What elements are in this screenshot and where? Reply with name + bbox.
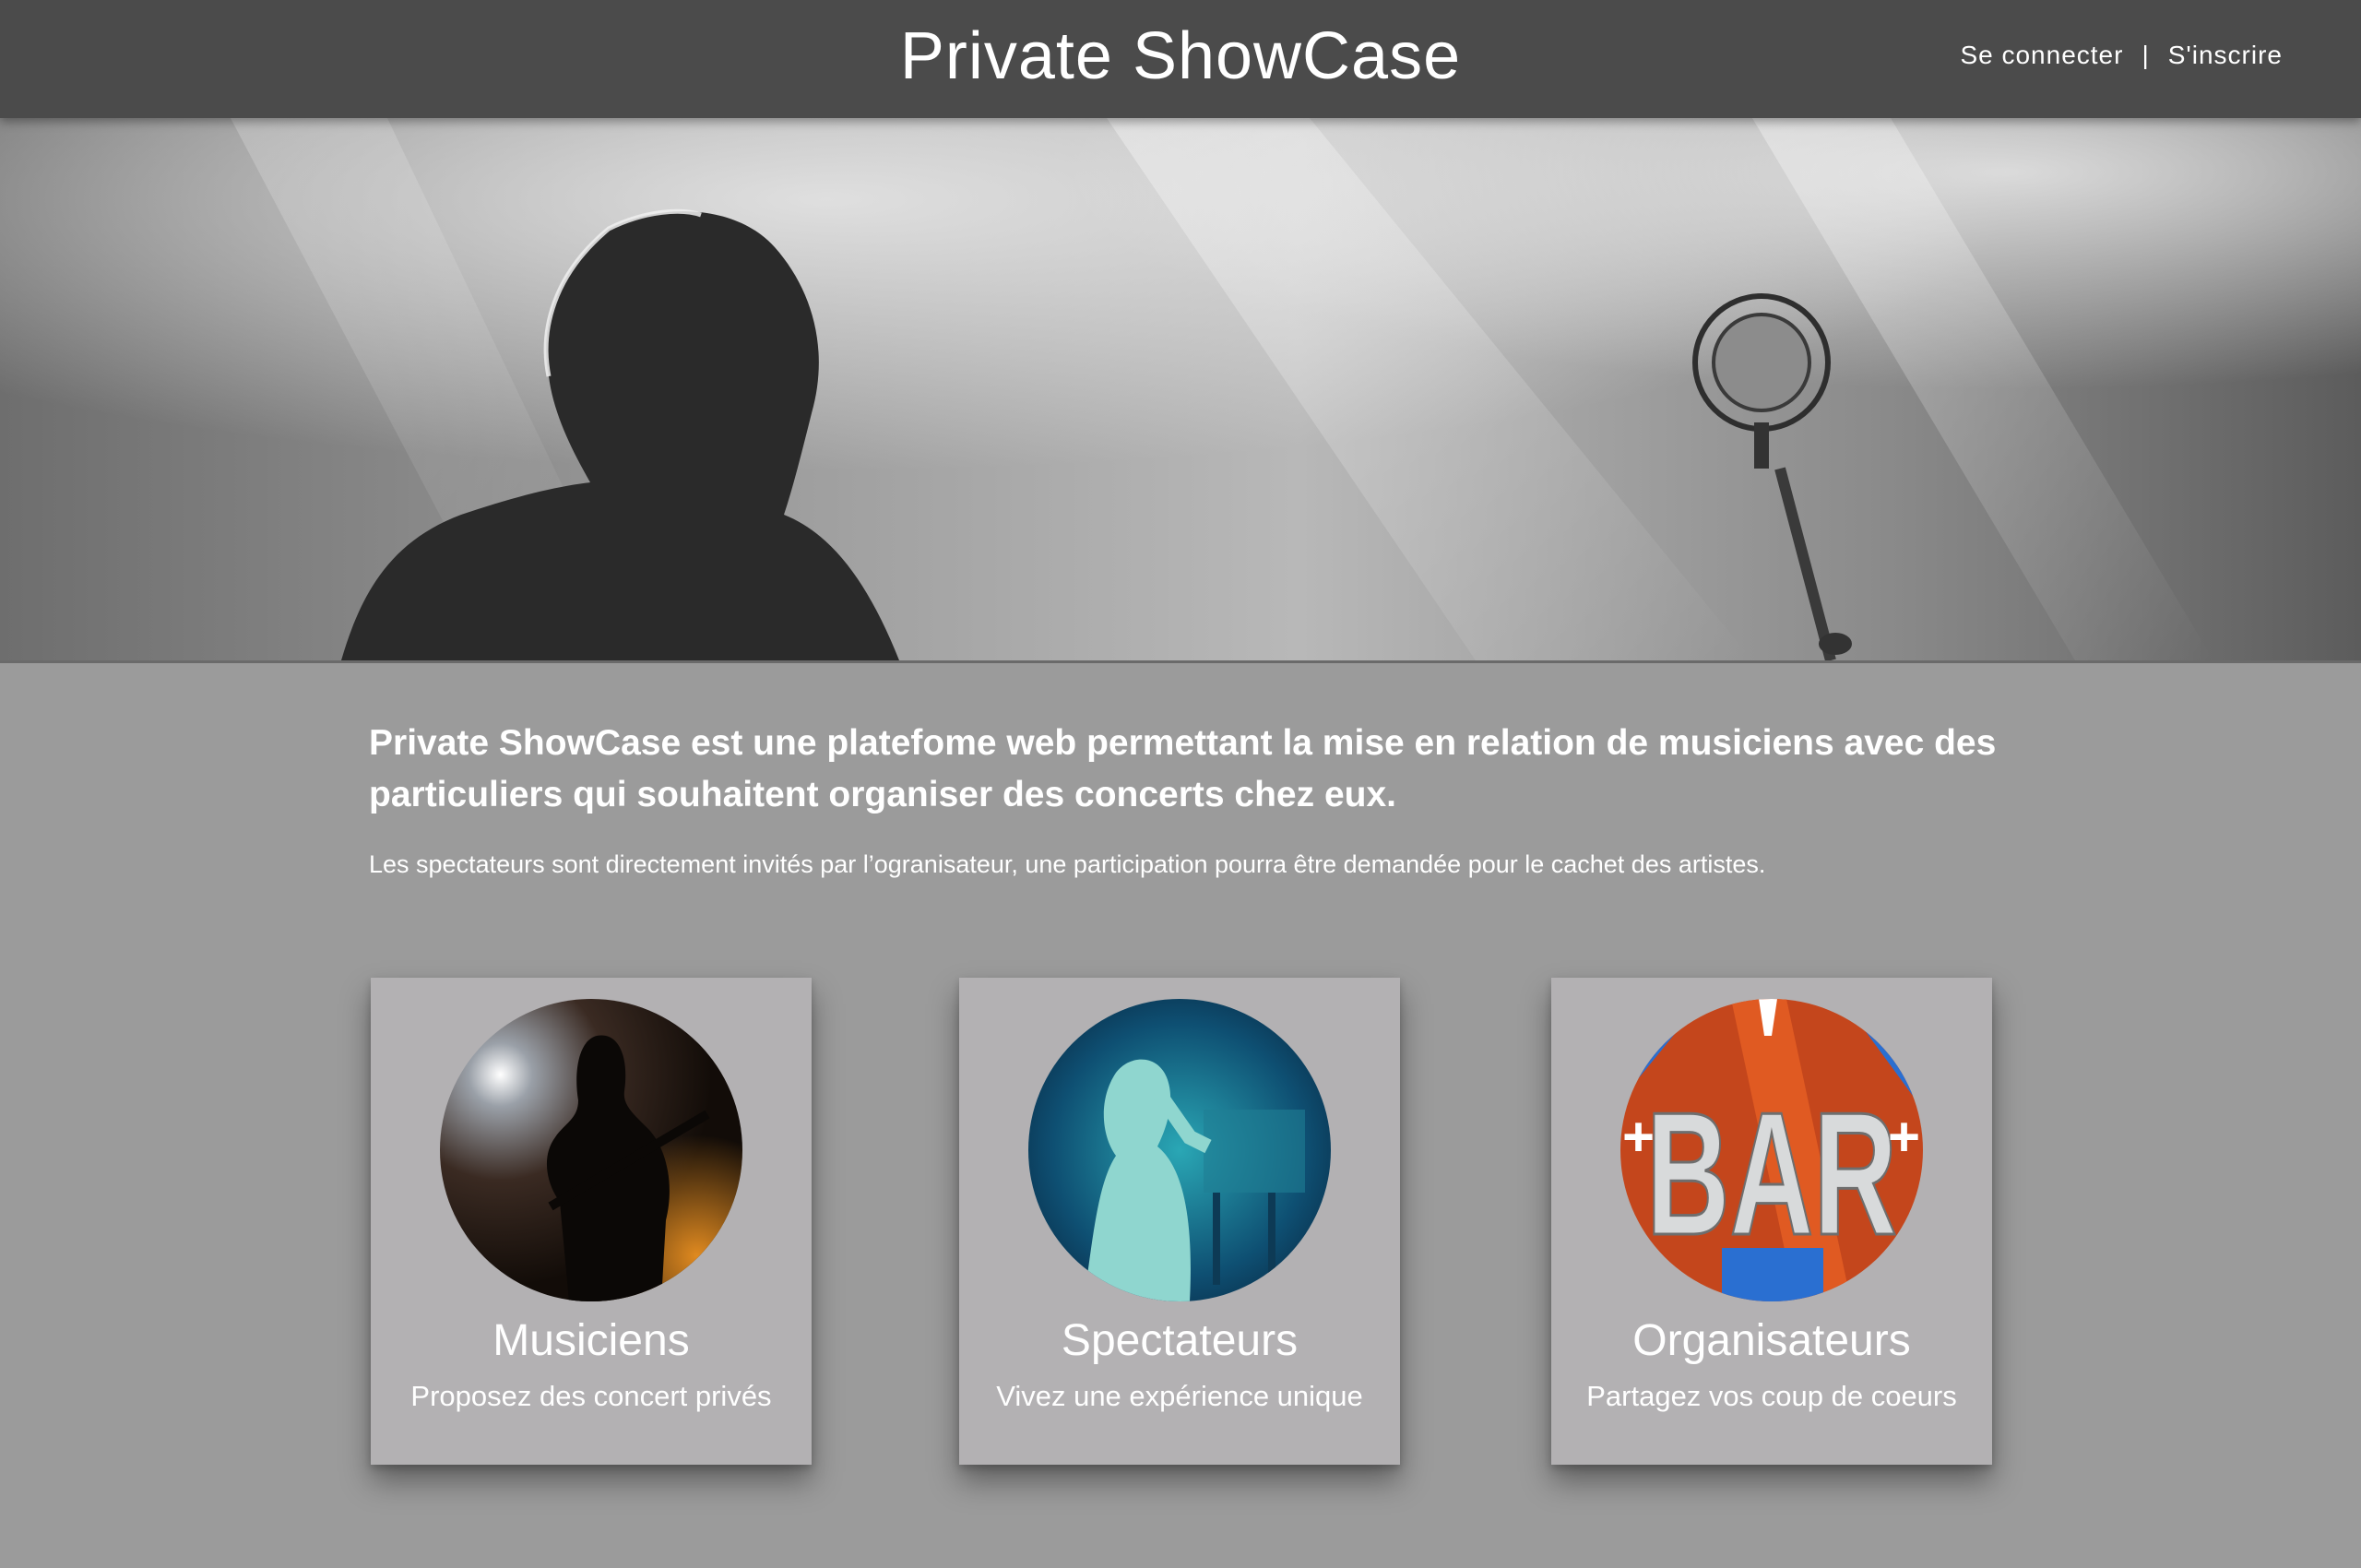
- auth-separator: |: [2142, 41, 2150, 69]
- intro-section: Private ShowCase est une platefome web p…: [369, 718, 2011, 879]
- card-description: Vivez une expérience unique: [996, 1380, 1363, 1412]
- svg-text:+: +: [1888, 1106, 1920, 1168]
- card-organisateurs[interactable]: BAR + + Organisateurs Partagez vos coup …: [1551, 978, 1992, 1465]
- card-title: Spectateurs: [1061, 1316, 1299, 1365]
- svg-text:+: +: [1622, 1106, 1655, 1168]
- auth-links: Se connecter | S'inscrire: [1960, 41, 2283, 70]
- card-description: Partagez vos coup de coeurs: [1586, 1380, 1957, 1412]
- signup-link[interactable]: S'inscrire: [2168, 41, 2283, 70]
- card-description: Proposez des concert privés: [410, 1380, 772, 1412]
- intro-headline: Private ShowCase est une platefome web p…: [369, 723, 1997, 814]
- card-title: Musiciens: [492, 1316, 690, 1365]
- login-link[interactable]: Se connecter: [1960, 41, 2123, 70]
- bar-sign-lettering: BAR: [1646, 1076, 1897, 1272]
- card-image-organisateurs: BAR + +: [1620, 999, 1923, 1301]
- card-musiciens[interactable]: Musiciens Proposez des concert privés: [371, 978, 812, 1465]
- card-image-spectateurs: [1028, 999, 1331, 1301]
- intro-subtext: Les spectateurs sont directement invités…: [369, 850, 1766, 878]
- card-image-musiciens: [440, 999, 742, 1301]
- hero-photo: [0, 118, 2361, 660]
- card-title: Organisateurs: [1632, 1316, 1911, 1365]
- hero-banner-image: [0, 118, 2361, 663]
- card-spectateurs[interactable]: Spectateurs Vivez une expérience unique: [959, 978, 1400, 1465]
- top-navbar: Private ShowCase Se connecter | S'inscri…: [0, 0, 2361, 118]
